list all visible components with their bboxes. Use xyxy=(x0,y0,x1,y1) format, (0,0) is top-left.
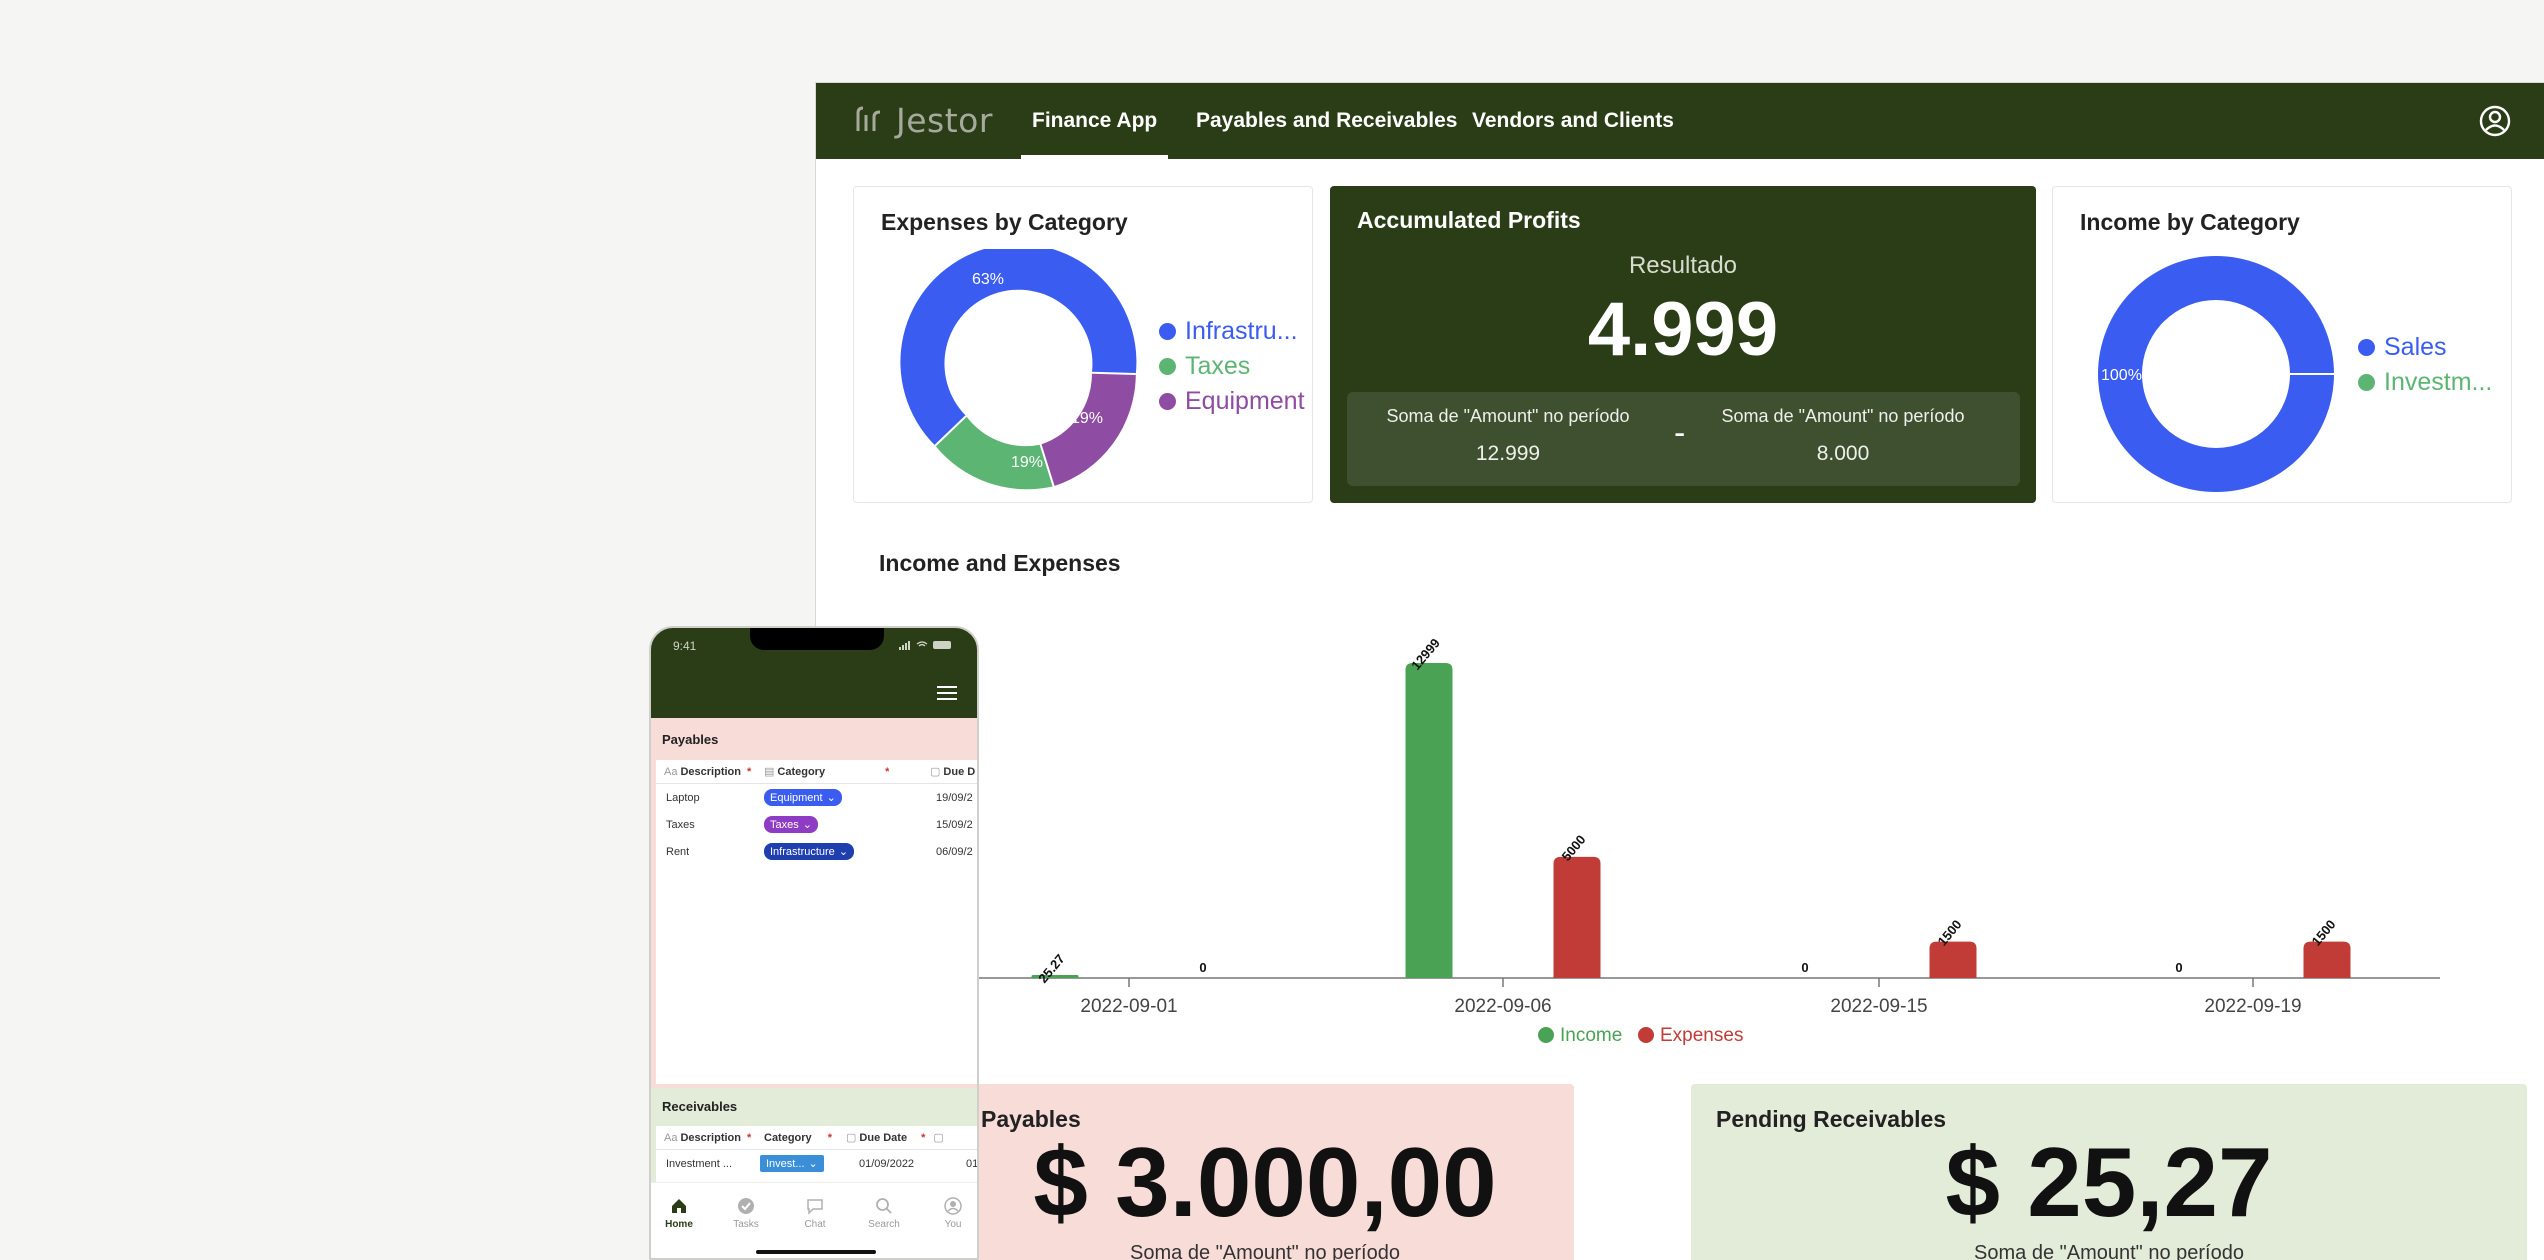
cell-description: Rent xyxy=(666,845,690,858)
cell-due-date: 15/09/2 xyxy=(936,818,973,831)
category-tag[interactable]: Equipment ⌄ xyxy=(764,789,842,806)
cell-due-date: 19/09/2 xyxy=(936,791,973,804)
chat-icon xyxy=(807,1199,823,1215)
home-indicator xyxy=(756,1250,876,1254)
cell-category[interactable]: Equipment ⌄ xyxy=(764,784,842,811)
user-icon xyxy=(944,1197,962,1215)
legend-label-expenses[interactable]: Expenses xyxy=(1660,1025,1743,1046)
table-header: Aa Description * Category * ▢ Due Date * ▢ xyxy=(656,1126,977,1150)
cell-due-date: 06/09/2 xyxy=(936,845,973,858)
table-row[interactable]: Laptop Equipment ⌄ 19/09/2 xyxy=(656,784,977,811)
legend-label-income[interactable]: Income xyxy=(1560,1025,1622,1046)
chevron-down-icon: ⌄ xyxy=(802,819,812,831)
chevron-down-icon: ⌄ xyxy=(826,792,836,804)
bar-expenses[interactable] xyxy=(2303,941,2351,978)
phone-tab-home[interactable]: Home xyxy=(654,1197,704,1230)
bar-expenses[interactable] xyxy=(1553,856,1601,978)
column-header-description[interactable]: Aa Description * xyxy=(664,1126,751,1149)
phone-notch xyxy=(750,628,884,650)
table-row[interactable]: Investment ... Invest...⌄ 01/09/2022 01 xyxy=(656,1150,977,1177)
x-tick-label: 2022-09-06 xyxy=(1454,996,1551,1017)
payables-card: Payables $ 3.000,00 Soma de "Amount" no … xyxy=(956,1084,1574,1260)
column-header-description[interactable]: Aa Description * xyxy=(664,760,751,783)
app-window: Jestor Finance App Payables and Receivab… xyxy=(815,82,2544,1260)
x-tick-label: 2022-09-01 xyxy=(1080,996,1177,1017)
table-row[interactable]: Rent Infrastructure ⌄ 06/09/2 xyxy=(656,838,977,865)
status-icons xyxy=(899,641,951,650)
cell-extra: 01 xyxy=(966,1157,977,1170)
income-expenses-bar-chart: 2022-09-0125.27 02022-09-061299950002022-… xyxy=(916,635,2440,1046)
cell-description: Taxes xyxy=(666,818,695,831)
bar-expenses[interactable] xyxy=(1929,941,1977,978)
legend-dot-icon xyxy=(1538,1027,1554,1043)
legend-dot-icon xyxy=(1638,1027,1654,1043)
category-tag[interactable]: Taxes ⌄ xyxy=(764,816,818,833)
hamburger-menu-icon[interactable] xyxy=(937,686,957,702)
payables-subtitle: Soma de "Amount" no período xyxy=(1130,1242,1400,1260)
table-header: Aa Description * ▤ Category * ▢ Due D xyxy=(656,760,977,784)
phone-payables-title: Payables xyxy=(662,732,719,747)
chevron-down-icon: ⌄ xyxy=(838,846,849,858)
table-row[interactable]: Taxes Taxes ⌄ 15/09/2 xyxy=(656,811,977,838)
column-header-due-date[interactable]: ▢ Due D xyxy=(930,760,975,783)
cell-category[interactable]: Infrastructure ⌄ xyxy=(764,838,855,865)
cell-category[interactable]: Taxes ⌄ xyxy=(764,811,818,838)
search-icon xyxy=(876,1198,892,1214)
x-tick-label: 2022-09-19 xyxy=(2204,996,2301,1017)
tasks-icon xyxy=(738,1198,754,1214)
bar-income[interactable] xyxy=(1405,663,1453,978)
category-tag[interactable]: Invest... ⌄ xyxy=(760,1155,824,1172)
phone-tab-you[interactable]: You xyxy=(928,1197,977,1230)
phone-clock: 9:41 xyxy=(673,639,697,653)
data-label: 0 xyxy=(1801,960,1808,975)
pending-receivables-card: Pending Receivables $ 25,27 Soma de "Amo… xyxy=(1691,1084,2527,1260)
category-tag[interactable]: Infrastructure ⌄ xyxy=(764,843,855,860)
data-label: 0 xyxy=(1199,960,1206,975)
phone-tab-bar: Home Tasks Chat Search You xyxy=(651,1182,977,1258)
phone-receivables-title: Receivables xyxy=(662,1099,738,1114)
x-tick-label: 2022-09-15 xyxy=(1830,996,1927,1017)
column-header-due-date[interactable]: ▢ Due Date * ▢ xyxy=(846,1126,944,1149)
cell-description: Laptop xyxy=(666,791,700,804)
column-header-category[interactable]: Category * xyxy=(764,1126,832,1149)
data-label: 25.27 xyxy=(1035,951,1067,986)
phone-tab-search[interactable]: Search xyxy=(859,1197,909,1230)
phone-payables-table[interactable]: Aa Description * ▤ Category * ▢ Due D Laptop … xyxy=(656,760,977,1084)
payables-amount: $ 3.000,00 xyxy=(1033,1127,1497,1237)
phone-tab-tasks[interactable]: Tasks xyxy=(721,1197,771,1230)
phone-content: Payables Aa Description * ▤ Category * ▢ Due … xyxy=(651,718,977,1258)
cell-category[interactable]: Invest... ⌄ xyxy=(760,1150,824,1177)
home-icon xyxy=(672,1199,686,1213)
chevron-down-icon: ⌄ xyxy=(808,1158,818,1170)
cell-description: Investment ... xyxy=(666,1157,733,1170)
receivables-subtitle: Soma de "Amount" no período xyxy=(1974,1242,2244,1260)
phone-tab-chat[interactable]: Chat xyxy=(790,1197,840,1230)
data-label: 0 xyxy=(2175,960,2182,975)
mobile-app-mockup: 9:41 Payables Aa Description * ▤ Category * … xyxy=(649,626,979,1260)
phone-receivables-table[interactable]: Aa Description * Category * ▢ Due Date * ▢ Inv… xyxy=(656,1126,977,1186)
cell-due-date: 01/09/2022 xyxy=(859,1157,915,1170)
receivables-amount: $ 25,27 xyxy=(1945,1127,2273,1237)
column-header-category[interactable]: ▤ Category * xyxy=(764,760,889,783)
